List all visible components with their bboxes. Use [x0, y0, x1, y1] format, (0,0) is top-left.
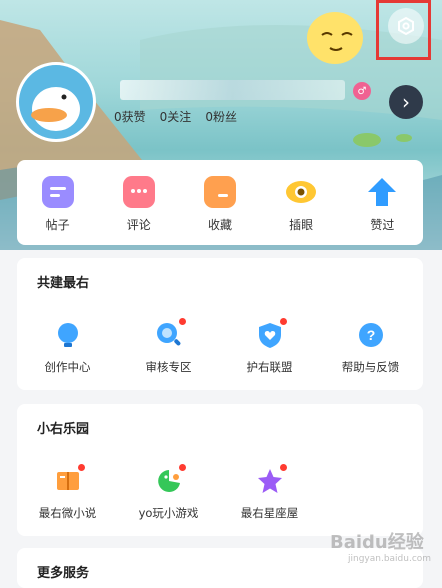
quick-action-label: 插眼: [289, 218, 314, 232]
quick-action-label: 赞过: [370, 218, 395, 232]
magnifier-icon: [155, 317, 187, 349]
grid-item-guard-alliance[interactable]: 护右联盟: [219, 317, 320, 375]
star-icon: [256, 463, 288, 495]
watermark-url: jingyan.baidu.com: [348, 554, 432, 564]
grid-item-micro-novel[interactable]: 最右微小说: [17, 463, 118, 521]
watermark-brand: Baidu经验: [330, 532, 424, 553]
quick-action-comments[interactable]: 评论: [104, 176, 174, 233]
notification-dot: [177, 317, 187, 326]
grid-item-help-feedback[interactable]: ? 帮助与反馈: [320, 321, 421, 375]
grid-item-label: 护右联盟: [246, 360, 293, 374]
chevron-right-icon: ›: [402, 90, 410, 114]
gender-badge: ♂: [353, 82, 371, 100]
stat-fans[interactable]: 0粉丝: [205, 108, 237, 125]
profile-detail-button[interactable]: ›: [389, 85, 423, 119]
grid-item-constellation[interactable]: 最右星座屋: [219, 463, 320, 521]
grid-item-label: 创作中心: [44, 360, 91, 374]
highlight-box: [376, 0, 431, 60]
avatar-duck-image: [19, 65, 93, 139]
grid-item-label: 最右星座屋: [240, 506, 299, 520]
post-icon: [41, 176, 74, 208]
book-icon: [54, 463, 86, 495]
grid-item-creator-center[interactable]: 创作中心: [17, 321, 118, 375]
section-title: 共建最右: [37, 276, 90, 291]
comment-icon: [122, 176, 155, 208]
grid-item-mini-games[interactable]: yo玩小游戏: [118, 463, 219, 521]
grid-item-label: yo玩小游戏: [138, 506, 199, 520]
notification-dot: [278, 463, 288, 472]
quick-action-label: 评论: [126, 218, 151, 232]
build-section-card: 共建最右 创作中心 审核专区 护右联盟 ? 帮助与反馈: [17, 258, 423, 390]
eye-icon: [285, 176, 317, 208]
stat-likes-count: 0: [114, 110, 122, 124]
notification-dot: [76, 463, 86, 472]
game-icon: [155, 463, 187, 495]
grid-item-label: 最右微小说: [38, 506, 97, 520]
quick-action-label: 收藏: [207, 218, 232, 232]
fun-section-card: 小右乐园 最右微小说 yo玩小游戏 最右星座屋: [17, 404, 423, 536]
svg-text:?: ?: [366, 327, 375, 343]
stat-following-label: 关注: [167, 110, 192, 124]
quick-action-bookmarks[interactable]: 插眼: [266, 176, 336, 233]
folder-icon: [203, 176, 236, 208]
grid-item-label: 审核专区: [145, 360, 192, 374]
quick-action-posts[interactable]: 帖子: [23, 176, 93, 233]
stat-fans-count: 0: [205, 110, 213, 124]
stat-likes-label: 获赞: [121, 110, 146, 124]
grid-item-review-zone[interactable]: 审核专区: [118, 317, 219, 375]
mascot-face: [307, 12, 363, 64]
quick-actions-card: 帖子 评论 收藏 插眼 赞过: [17, 160, 423, 245]
quick-action-favorites[interactable]: 收藏: [185, 176, 255, 233]
notification-dot: [278, 317, 288, 326]
section-title: 小右乐园: [37, 422, 90, 437]
watermark: Baidu经验 jingyan.baidu.com: [330, 528, 431, 564]
avatar[interactable]: [16, 62, 96, 142]
stat-likes[interactable]: 0获赞: [114, 108, 146, 125]
quick-action-label: 帖子: [45, 218, 70, 232]
shield-heart-icon: [256, 317, 288, 349]
stat-following[interactable]: 0关注: [160, 108, 192, 125]
notification-dot: [177, 463, 187, 472]
stat-fans-label: 粉丝: [212, 110, 237, 124]
fish-illustration: [353, 133, 381, 147]
help-icon: ?: [357, 321, 385, 349]
lightbulb-icon: [54, 321, 82, 349]
username-redacted: [120, 80, 345, 100]
grid-item-label: 帮助与反馈: [341, 360, 400, 374]
upvote-icon: [366, 176, 398, 208]
profile-stats: 0获赞 0关注 0粉丝: [114, 108, 237, 125]
quick-action-liked[interactable]: 赞过: [347, 176, 417, 233]
